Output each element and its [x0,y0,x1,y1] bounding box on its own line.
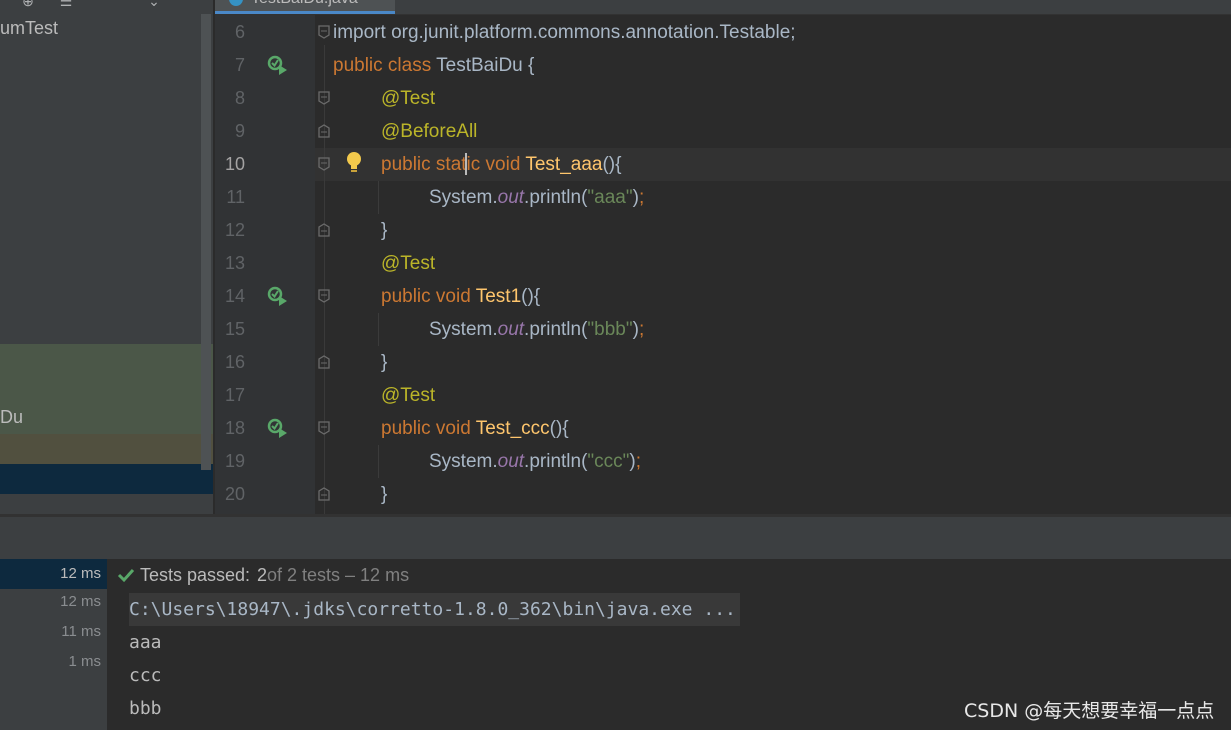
test-duration[interactable]: 12 ms [0,559,107,589]
collapse-all-icon[interactable]: ☰ [58,0,74,8]
test-duration[interactable]: 1 ms [1,647,101,677]
editor-tab-label: TestBaiDu.java [251,0,358,8]
run-test-icon[interactable] [267,418,289,440]
line-number: 10 [224,154,245,174]
run-test-icon[interactable] [267,55,289,77]
fold-icon[interactable] [318,355,330,369]
code-text: @Test [381,253,436,274]
line-number: 12 [224,220,245,240]
code-line-current: 10 public static void Test_aaa(){ [215,148,1231,181]
run-panel-header [0,517,1231,559]
tree-item-testbaidu[interactable]: Du [0,407,23,428]
locate-icon[interactable]: ⊕ [20,0,36,8]
line-number: 16 [224,352,245,372]
project-panel: ⊕ ☰ ⌃ ⌄ umTest Du [0,0,213,514]
line-number: 19 [224,451,245,471]
code-text: } [381,484,388,505]
status-passed-count: 2 [257,565,268,585]
tree-item-test-module[interactable]: umTest [0,18,58,39]
line-number: 11 [226,187,245,207]
run-test-tree: 12 ms 12 ms 11 ms 1 ms [0,559,107,730]
editor-tab-bar: TestBaiDu.java [215,0,1231,15]
fold-icon[interactable] [318,157,330,171]
tree-highlight-row [0,434,213,464]
console-command-line[interactable]: C:\Users\18947\.jdks\corretto-1.8.0_362\… [129,593,740,626]
code-text: } [381,352,388,373]
line-number: 15 [224,319,245,339]
line-number: 8 [234,88,245,108]
code-text: public void Test_ccc(){ [381,418,569,439]
code-text: public void Test1(){ [381,286,541,307]
code-line: 15 System.out.println("bbb"); [215,313,1231,346]
status-summary: of 2 tests – 12 ms [267,565,410,585]
line-number: 17 [224,385,245,405]
code-line: 7 public class TestBaiDu { [215,49,1231,82]
code-text: System.out.println("aaa"); [429,187,645,208]
project-toolbar: ⊕ ☰ ⌃ ⌄ [0,0,213,14]
code-text: @Test [381,385,436,406]
code-line: 16 } [215,346,1231,379]
line-number: 9 [234,121,245,141]
console-output-line: ccc [129,665,162,686]
code-text: System.out.println("bbb"); [429,319,645,340]
code-text: public class TestBaiDu { [333,55,535,76]
status-passed-label: Tests passed: [140,565,251,585]
text-caret [465,153,467,175]
code-line: 14 public void Test1(){ [215,280,1231,313]
fold-icon[interactable] [318,91,330,105]
tree-highlight-row [0,344,213,434]
intention-bulb-icon[interactable] [345,151,363,175]
line-number: 20 [224,484,245,504]
fold-icon[interactable] [318,487,330,501]
code-text: @Test [381,88,436,109]
expand-icon[interactable]: ⌃ [98,0,114,8]
run-test-icon[interactable] [267,286,289,308]
code-editor[interactable]: 6 import org.junit.platform.commons.anno… [215,15,1231,514]
code-line: 9 @BeforeAll [215,115,1231,148]
code-text: } [381,220,388,241]
fold-icon[interactable] [318,124,330,138]
tree-selected-row[interactable] [0,464,213,494]
test-duration[interactable]: 12 ms [1,587,101,617]
line-number: 7 [234,55,245,75]
code-line: 8 @Test [215,82,1231,115]
code-text: System.out.println("ccc"); [429,451,642,472]
code-line: 18 public void Test_ccc(){ [215,412,1231,445]
code-line: 17 @Test [215,379,1231,412]
editor-tab-testbaidu[interactable]: TestBaiDu.java [215,0,395,14]
console-output-line: bbb [129,698,162,719]
code-text: public static void Test_aaa(){ [381,154,622,175]
line-number: 14 [224,286,245,306]
fold-icon[interactable] [318,25,330,39]
watermark: CSDN @每天想要幸福一点点 [964,700,1215,722]
project-scrollbar[interactable] [201,14,211,470]
code-line: 11 System.out.println("aaa"); [215,181,1231,214]
options-icon[interactable]: ⌄ [146,0,162,8]
java-class-icon [229,0,243,6]
line-number: 13 [224,253,245,273]
code-text: import org.junit.platform.commons.annota… [333,22,796,43]
code-text: @BeforeAll [381,121,478,142]
line-number: 18 [224,418,245,438]
line-number: 6 [234,22,245,42]
code-line: 19 System.out.println("ccc"); [215,445,1231,478]
console-output-line: aaa [129,632,162,653]
fold-icon[interactable] [318,289,330,303]
test-duration[interactable]: 11 ms [1,617,101,647]
code-line: 6 import org.junit.platform.commons.anno… [215,16,1231,49]
code-line: 20 } [215,478,1231,511]
check-icon [117,568,135,583]
fold-icon[interactable] [318,223,330,237]
code-line: 12 } [215,214,1231,247]
code-line: 13 @Test [215,247,1231,280]
fold-icon[interactable] [318,421,330,435]
